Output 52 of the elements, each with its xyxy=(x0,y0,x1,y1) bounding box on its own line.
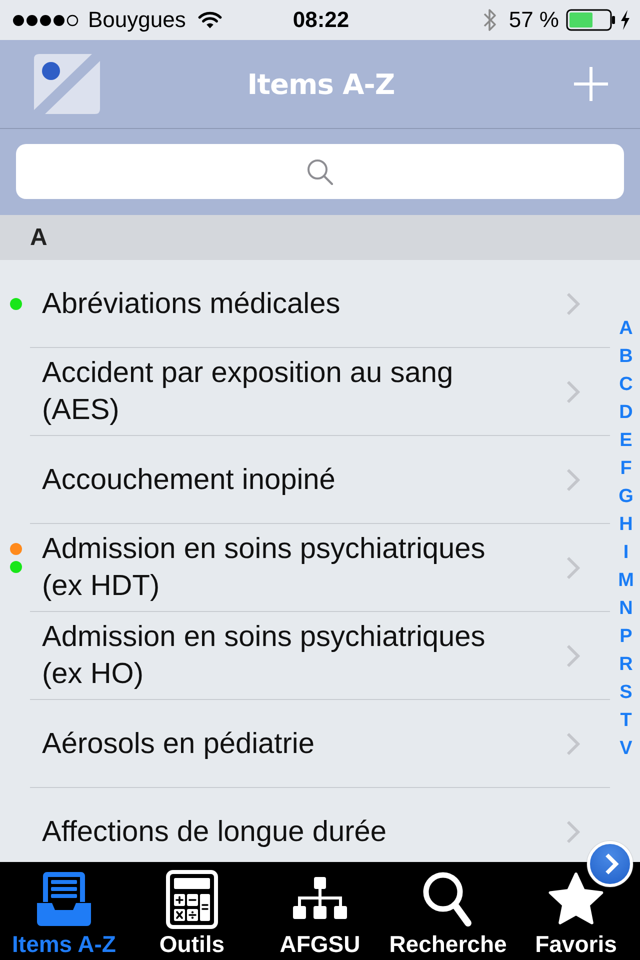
chevron-icon xyxy=(566,292,580,316)
item-title: Accouchement inopiné xyxy=(42,462,336,498)
index-letter[interactable]: N xyxy=(619,594,633,622)
tab-item[interactable]: AFGSU xyxy=(256,862,384,960)
tab-item[interactable]: Favoris xyxy=(512,862,640,960)
index-letter[interactable]: H xyxy=(619,510,633,538)
index-letter[interactable]: G xyxy=(618,482,634,510)
chevron-icon xyxy=(566,468,580,492)
plus-icon xyxy=(574,67,608,101)
tray-icon xyxy=(34,869,94,929)
tab-item[interactable]: Recherche xyxy=(384,862,512,960)
tab-item[interactable]: Outils xyxy=(128,862,256,960)
search-icon xyxy=(307,158,333,184)
index-letter[interactable]: D xyxy=(619,398,633,426)
item-title: Accident par exposition au sang (AES) xyxy=(42,356,454,428)
wifi-icon xyxy=(198,11,222,29)
index-letter[interactable]: F xyxy=(620,454,632,482)
section-title: A xyxy=(30,224,48,252)
item-title: Abréviations médicales xyxy=(42,286,340,322)
index-letter[interactable]: T xyxy=(620,706,632,734)
chevron-icon xyxy=(566,556,580,580)
index-letter[interactable]: M xyxy=(618,566,634,594)
chevron-icon xyxy=(566,380,580,404)
index-letter[interactable]: S xyxy=(620,678,632,706)
chevron-icon xyxy=(566,732,580,756)
nav-title: Items A-Z xyxy=(247,68,395,100)
status-time: 08:22 xyxy=(292,7,350,32)
chevron-icon xyxy=(604,853,618,875)
index-letter[interactable]: I xyxy=(623,538,629,566)
item-title: Admission en soins psychiatriques (ex HDT) xyxy=(42,532,486,604)
item-title: Aérosols en pédiatrie xyxy=(42,726,314,762)
chevron-icon xyxy=(566,644,580,668)
lightning-icon xyxy=(620,10,630,30)
search-field[interactable] xyxy=(16,144,624,199)
bluetooth-icon xyxy=(482,7,497,33)
add-button[interactable] xyxy=(574,67,608,101)
item-title: Affections de longue durée xyxy=(42,814,387,850)
index-letter[interactable]: R xyxy=(619,650,633,678)
tab-item[interactable]: Items A-Z xyxy=(0,862,128,960)
index-letter[interactable]: P xyxy=(620,622,632,650)
battery-icon xyxy=(566,9,616,31)
logo-icon xyxy=(34,54,100,114)
carrier-name: Bouygues xyxy=(88,7,186,33)
item-title: Admission en soins psychiatriques (ex HO) xyxy=(42,620,486,692)
chevron-icon xyxy=(566,820,580,844)
index-letter[interactable]: V xyxy=(620,734,632,762)
signal-icon xyxy=(12,14,80,26)
index-letter[interactable]: C xyxy=(619,370,633,398)
index-letter[interactable]: A xyxy=(619,314,633,342)
index-letter[interactable]: B xyxy=(619,342,633,370)
battery-percent: 57 % xyxy=(508,7,559,33)
index-letter[interactable]: E xyxy=(620,426,632,454)
